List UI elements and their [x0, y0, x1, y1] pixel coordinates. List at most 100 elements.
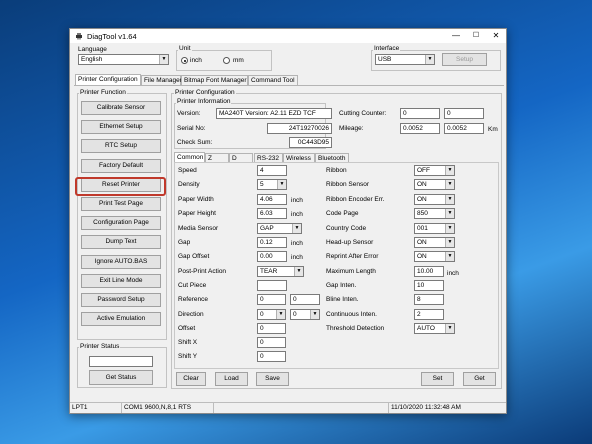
clear-button[interactable]: Clear	[176, 372, 206, 386]
continuous-inten-field[interactable]: 2	[414, 309, 444, 320]
window-title: DiagTool v1.64	[87, 32, 137, 41]
configuration-page-button[interactable]: Configuration Page	[81, 216, 161, 231]
direction-select-2[interactable]: 0 ▼	[290, 309, 320, 320]
ribbon-sensor-value: ON	[417, 181, 427, 188]
direction-value-1: 0	[260, 311, 264, 318]
reprint-label: Reprint After Error	[326, 253, 379, 260]
post-print-select[interactable]: TEAR ▼	[257, 266, 304, 277]
save-button[interactable]: Save	[256, 372, 289, 386]
density-label: Density	[178, 181, 200, 188]
calibrate-sensor-button[interactable]: Calibrate Sensor	[81, 101, 161, 115]
cut-piece-field[interactable]	[257, 280, 287, 291]
language-select[interactable]: English ▼	[78, 54, 169, 65]
paper-height-field[interactable]: 6.03	[257, 208, 287, 219]
exit-line-mode-button[interactable]: Exit Line Mode	[81, 273, 161, 288]
language-value: English	[81, 56, 103, 63]
tab-file-manager[interactable]: File Manager	[141, 75, 182, 85]
shift-x-field[interactable]: 0	[257, 337, 286, 348]
threshold-select[interactable]: AUTO ▼	[414, 323, 455, 334]
minimize-button[interactable]: —	[446, 29, 466, 43]
unit-inch-label: inch	[190, 57, 202, 64]
maximize-button[interactable]: ☐	[466, 29, 486, 43]
factory-default-button[interactable]: Factory Default	[81, 158, 161, 173]
reprint-value: ON	[417, 253, 427, 260]
printer-information-title: Printer Information	[176, 98, 232, 106]
tab-divider	[74, 85, 504, 86]
media-sensor-select[interactable]: GAP ▼	[257, 223, 302, 234]
speed-label: Speed	[178, 167, 197, 174]
cutting-counter-field-1: 0	[400, 108, 440, 119]
printer-status-field	[89, 356, 153, 367]
unit-inch-radio[interactable]	[181, 57, 188, 64]
status-comm: COM1 9600,N,8,1 RTS	[122, 403, 214, 413]
gap-field[interactable]: 0.12	[257, 237, 287, 248]
head-up-sensor-select[interactable]: ON ▼	[414, 237, 455, 248]
status-empty	[214, 403, 389, 413]
shift-y-field[interactable]: 0	[257, 351, 286, 362]
reference-y-field[interactable]: 0	[290, 294, 320, 305]
chevron-down-icon: ▼	[445, 324, 454, 333]
speed-field[interactable]: 4	[257, 165, 287, 176]
unit-mm-radio[interactable]	[223, 57, 230, 64]
load-button[interactable]: Load	[215, 372, 248, 386]
ignore-auto-bas-button[interactable]: Ignore AUTO.BAS	[81, 254, 161, 269]
bline-inten-field[interactable]: 8	[414, 294, 444, 305]
reprint-select[interactable]: ON ▼	[414, 251, 455, 262]
chevron-down-icon: ▼	[294, 267, 303, 276]
tab-printer-configuration[interactable]: Printer Configuration	[75, 74, 141, 85]
rtc-setup-button[interactable]: RTC Setup	[81, 139, 161, 154]
unit-label: Unit	[178, 45, 192, 53]
mileage-field-2: 0.0052	[444, 123, 484, 134]
density-value: 5	[260, 181, 264, 188]
interface-setup-button[interactable]: Setup	[442, 53, 487, 66]
ribbon-encoder-value: ON	[417, 196, 427, 203]
set-button[interactable]: Set	[421, 372, 454, 386]
gap-offset-unit: inch	[291, 254, 303, 261]
mileage-field-1: 0.0052	[400, 123, 440, 134]
reference-x-field[interactable]: 0	[257, 294, 286, 305]
reset-printer-highlight	[75, 177, 166, 196]
gap-inten-label: Gap Inten.	[326, 282, 357, 289]
code-page-select[interactable]: 850 ▼	[414, 208, 455, 219]
density-select[interactable]: 5 ▼	[257, 179, 287, 190]
gap-offset-field[interactable]: 0.00	[257, 251, 287, 262]
paper-width-field[interactable]: 4.06	[257, 194, 287, 205]
ribbon-encoder-select[interactable]: ON ▼	[414, 194, 455, 205]
ribbon-value: OFF	[417, 167, 430, 174]
tab-command-tool[interactable]: Command Tool	[248, 75, 298, 85]
ethernet-setup-button[interactable]: Ethernet Setup	[81, 120, 161, 135]
ribbon-sensor-select[interactable]: ON ▼	[414, 179, 455, 190]
dump-text-button[interactable]: Dump Text	[81, 235, 161, 250]
title-bar: DiagTool v1.64 — ☐ ✕	[70, 29, 506, 43]
continuous-inten-label: Continuous Inten.	[326, 311, 377, 318]
head-up-sensor-value: ON	[417, 239, 427, 246]
password-setup-button[interactable]: Password Setup	[81, 293, 161, 307]
get-status-button[interactable]: Get Status	[89, 370, 153, 385]
gap-inten-field[interactable]: 10	[414, 280, 444, 291]
tab-bitmap-font-manager[interactable]: Bitmap Font Manager	[181, 75, 248, 85]
active-emulation-button[interactable]: Active Emulation	[81, 312, 161, 327]
version-field: MA240T Version: A2.11 EZD TCF	[216, 108, 332, 119]
shift-x-label: Shift X	[178, 339, 198, 346]
chevron-down-icon: ▼	[445, 252, 454, 261]
offset-field[interactable]: 0	[257, 323, 286, 334]
chevron-down-icon: ▼	[159, 55, 168, 64]
direction-select-1[interactable]: 0 ▼	[257, 309, 286, 320]
printer-status-title: Printer Status	[79, 343, 121, 351]
close-button[interactable]: ✕	[486, 29, 506, 43]
chevron-down-icon: ▼	[425, 55, 434, 64]
interface-select[interactable]: USB ▼	[375, 54, 435, 65]
reference-label: Reference	[178, 296, 208, 303]
ribbon-sensor-label: Ribbon Sensor	[326, 181, 369, 188]
status-datetime: 11/10/2020 11:32:48 AM	[391, 404, 461, 411]
print-test-page-button[interactable]: Print Test Page	[81, 197, 161, 211]
ribbon-select[interactable]: OFF ▼	[414, 165, 455, 176]
serial-field: 24T19270026	[267, 123, 332, 134]
country-code-select[interactable]: 001 ▼	[414, 223, 455, 234]
max-length-field[interactable]: 10.00	[414, 266, 444, 277]
code-page-label: Code Page	[326, 210, 359, 217]
language-label: Language	[78, 46, 107, 53]
max-length-label: Maximum Length	[326, 268, 376, 275]
get-button[interactable]: Get	[463, 372, 496, 386]
direction-value-2: 0	[293, 311, 297, 318]
